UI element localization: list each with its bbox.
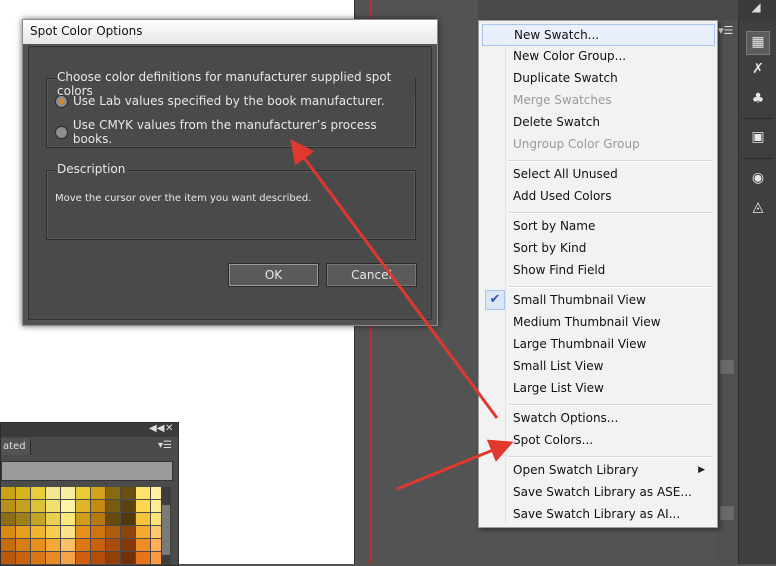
annotation-arrows (290, 139, 514, 491)
annotation-arrow-to-dialog (290, 139, 499, 419)
annotation-arrow-to-spot-colors (396, 439, 514, 491)
